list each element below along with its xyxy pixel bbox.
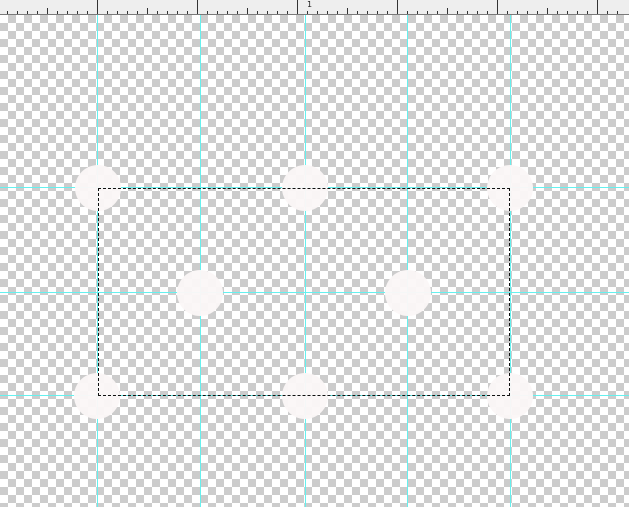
ruler-tick [137,11,138,14]
circle-shape[interactable] [385,270,431,316]
ruler-tick [237,11,238,14]
horizontal-ruler[interactable]: 1 [0,0,629,15]
circle-shape[interactable] [282,165,328,211]
ruler-tick [117,11,118,14]
circle-shape[interactable] [487,165,533,211]
ruler-tick [207,11,208,14]
guide-vertical[interactable] [305,15,306,507]
ruler-tick [107,11,108,14]
ruler-tick [597,0,598,14]
ruler-tick [67,11,68,14]
ruler-tick [427,11,428,14]
ruler-tick [577,11,578,14]
ruler-tick [557,11,558,14]
circle-shape[interactable] [487,373,533,419]
guide-vertical[interactable] [97,15,98,507]
ruler-tick [77,11,78,14]
ruler-tick [567,11,568,14]
ruler-tick [167,11,168,14]
ruler-tick [97,0,98,14]
ruler-tick [177,11,178,14]
ruler-tick [347,8,348,14]
guide-horizontal[interactable] [0,292,629,293]
ruler-tick [387,11,388,14]
ruler-tick [537,11,538,14]
ruler-tick [217,11,218,14]
canvas[interactable] [0,15,629,507]
ruler-tick [587,11,588,14]
ruler-tick [87,11,88,14]
circle-shape[interactable] [74,373,120,419]
ruler-tick [547,8,548,14]
ruler-tick [417,11,418,14]
ruler-tick [327,11,328,14]
ruler-tick [437,11,438,14]
ruler-tick [617,11,618,14]
ruler-tick [607,11,608,14]
ruler-tick [367,11,368,14]
ruler-tick [337,11,338,14]
ruler-tick [517,11,518,14]
ruler-tick [377,11,378,14]
ruler-tick [227,11,228,14]
ruler-tick [457,11,458,14]
ruler-tick [287,11,288,14]
ruler-tick [467,11,468,14]
ruler-tick [187,11,188,14]
ruler-tick [497,0,498,14]
ruler-tick [157,11,158,14]
ruler-label: 1 [307,0,313,9]
ruler-tick [267,11,268,14]
editor-workspace: 1 [0,0,629,507]
guide-vertical[interactable] [200,15,201,507]
circle-shape[interactable] [282,373,328,419]
ruler-tick [247,8,248,14]
ruler-tick [37,11,38,14]
guide-vertical[interactable] [510,15,511,507]
ruler-tick [57,11,58,14]
guide-vertical[interactable] [407,15,408,507]
ruler-tick [507,11,508,14]
ruler-tick [277,11,278,14]
ruler-tick [257,11,258,14]
ruler-tick [147,8,148,14]
ruler-tick [17,11,18,14]
ruler-tick [7,11,8,14]
ruler-tick [477,11,478,14]
ruler-tick [317,11,318,14]
ruler-tick [127,11,128,14]
ruler-tick [297,0,298,14]
ruler-tick [197,0,198,14]
circle-shape[interactable] [75,165,121,211]
ruler-tick [307,11,308,14]
ruler-tick [487,11,488,14]
ruler-tick [407,11,408,14]
circle-shape[interactable] [177,270,223,316]
ruler-tick [527,11,528,14]
ruler-tick [357,11,358,14]
ruler-tick [27,11,28,14]
ruler-tick [397,0,398,14]
ruler-tick [447,8,448,14]
ruler-tick [47,8,48,14]
